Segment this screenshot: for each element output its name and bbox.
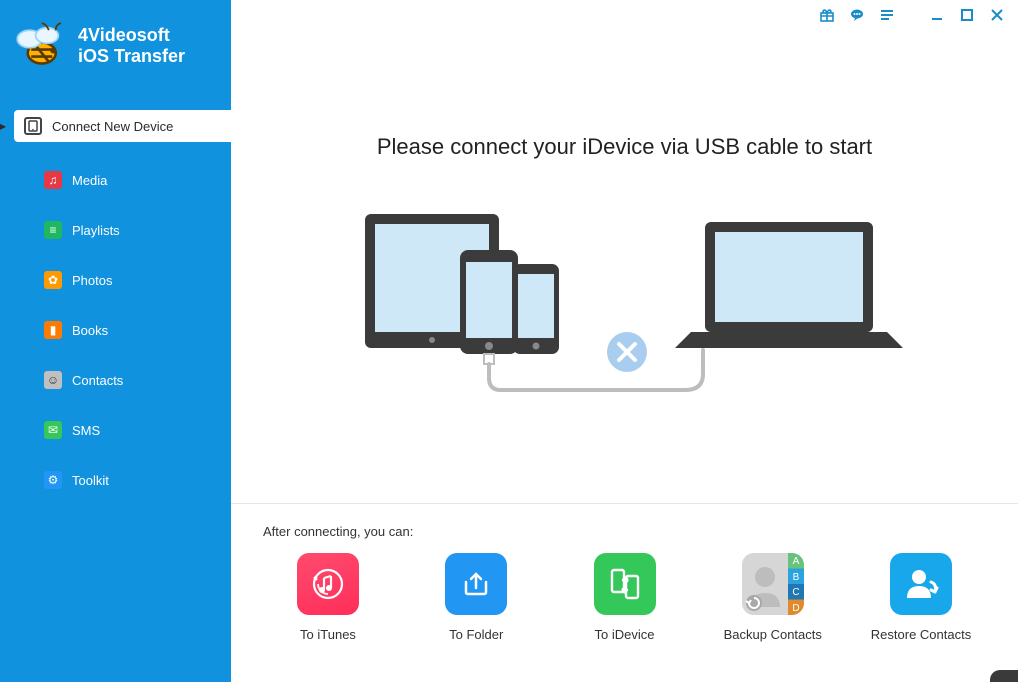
to-device-icon — [594, 553, 656, 615]
contacts-icon: ☺ — [44, 371, 62, 389]
sidebar-nav: ▸ Connect New Device ♫ Media ≡ Playlists… — [0, 110, 231, 496]
svg-text:B: B — [792, 572, 799, 583]
app-title: 4Videosoft iOS Transfer — [78, 25, 185, 66]
after-connecting-hint: After connecting, you can: — [263, 524, 986, 539]
sidebar-item-label: Connect New Device — [52, 119, 173, 134]
sidebar-item-label: Books — [72, 323, 108, 338]
connect-prompt: Please connect your iDevice via USB cabl… — [231, 134, 1018, 160]
action-to-itunes[interactable]: To iTunes — [263, 553, 393, 642]
restore-contacts-icon — [890, 553, 952, 615]
menu-icon[interactable] — [878, 6, 896, 24]
chevron-right-icon: ▸ — [0, 119, 6, 133]
svg-text:A: A — [792, 556, 799, 567]
sidebar-item-contacts[interactable]: ☺ Contacts — [0, 364, 231, 396]
sidebar-item-label: Photos — [72, 273, 112, 288]
bee-logo-icon — [12, 18, 68, 74]
app-logo-row: 4Videosoft iOS Transfer — [0, 0, 231, 92]
main-area: Please connect your iDevice via USB cabl… — [231, 0, 1018, 682]
sidebar-item-label: SMS — [72, 423, 100, 438]
action-label: To iDevice — [560, 627, 690, 642]
svg-text:D: D — [792, 603, 799, 614]
sidebar-item-connect-device[interactable]: ▸ Connect New Device — [14, 110, 231, 142]
action-label: To Folder — [411, 627, 541, 642]
bottom-panel: After connecting, you can: To iTunes — [231, 503, 1018, 682]
sidebar-item-playlists[interactable]: ≡ Playlists — [0, 214, 231, 246]
backup-contacts-icon: A B C D — [742, 553, 804, 615]
device-icon — [24, 117, 42, 135]
sidebar-item-sms[interactable]: ✉ SMS — [0, 414, 231, 446]
chat-icon[interactable] — [848, 6, 866, 24]
sidebar: 4Videosoft iOS Transfer ▸ Connect New De… — [0, 0, 231, 682]
photos-icon: ✿ — [44, 271, 62, 289]
close-button[interactable] — [988, 6, 1006, 24]
sidebar-item-media[interactable]: ♫ Media — [0, 164, 231, 196]
playlist-icon: ≡ — [44, 221, 62, 239]
toolkit-icon: ⚙ — [44, 471, 62, 489]
folder-export-icon — [445, 553, 507, 615]
app-title-line2: iOS Transfer — [78, 46, 185, 67]
maximize-button[interactable] — [958, 6, 976, 24]
resize-grip[interactable] — [990, 670, 1018, 682]
sidebar-item-label: Playlists — [72, 223, 120, 238]
sms-icon: ✉ — [44, 421, 62, 439]
action-to-idevice[interactable]: To iDevice — [560, 553, 690, 642]
gift-icon[interactable] — [818, 6, 836, 24]
connect-illustration — [305, 214, 945, 414]
sidebar-item-toolkit[interactable]: ⚙ Toolkit — [0, 464, 231, 496]
window-controls — [818, 6, 1006, 24]
action-label: Restore Contacts — [856, 627, 986, 642]
action-label: To iTunes — [263, 627, 393, 642]
sidebar-item-label: Toolkit — [72, 473, 109, 488]
svg-text:C: C — [792, 587, 799, 598]
app-title-line1: 4Videosoft — [78, 25, 185, 46]
minimize-button[interactable] — [928, 6, 946, 24]
action-row: To iTunes To Folder — [263, 553, 986, 642]
action-restore-contacts[interactable]: Restore Contacts — [856, 553, 986, 642]
action-label: Backup Contacts — [708, 627, 838, 642]
itunes-icon — [297, 553, 359, 615]
books-icon: ▮ — [44, 321, 62, 339]
sidebar-item-photos[interactable]: ✿ Photos — [0, 264, 231, 296]
music-icon: ♫ — [44, 171, 62, 189]
action-backup-contacts[interactable]: A B C D Backup Contacts — [708, 553, 838, 642]
sidebar-item-books[interactable]: ▮ Books — [0, 314, 231, 346]
sidebar-item-label: Media — [72, 173, 107, 188]
action-to-folder[interactable]: To Folder — [411, 553, 541, 642]
sidebar-item-label: Contacts — [72, 373, 123, 388]
